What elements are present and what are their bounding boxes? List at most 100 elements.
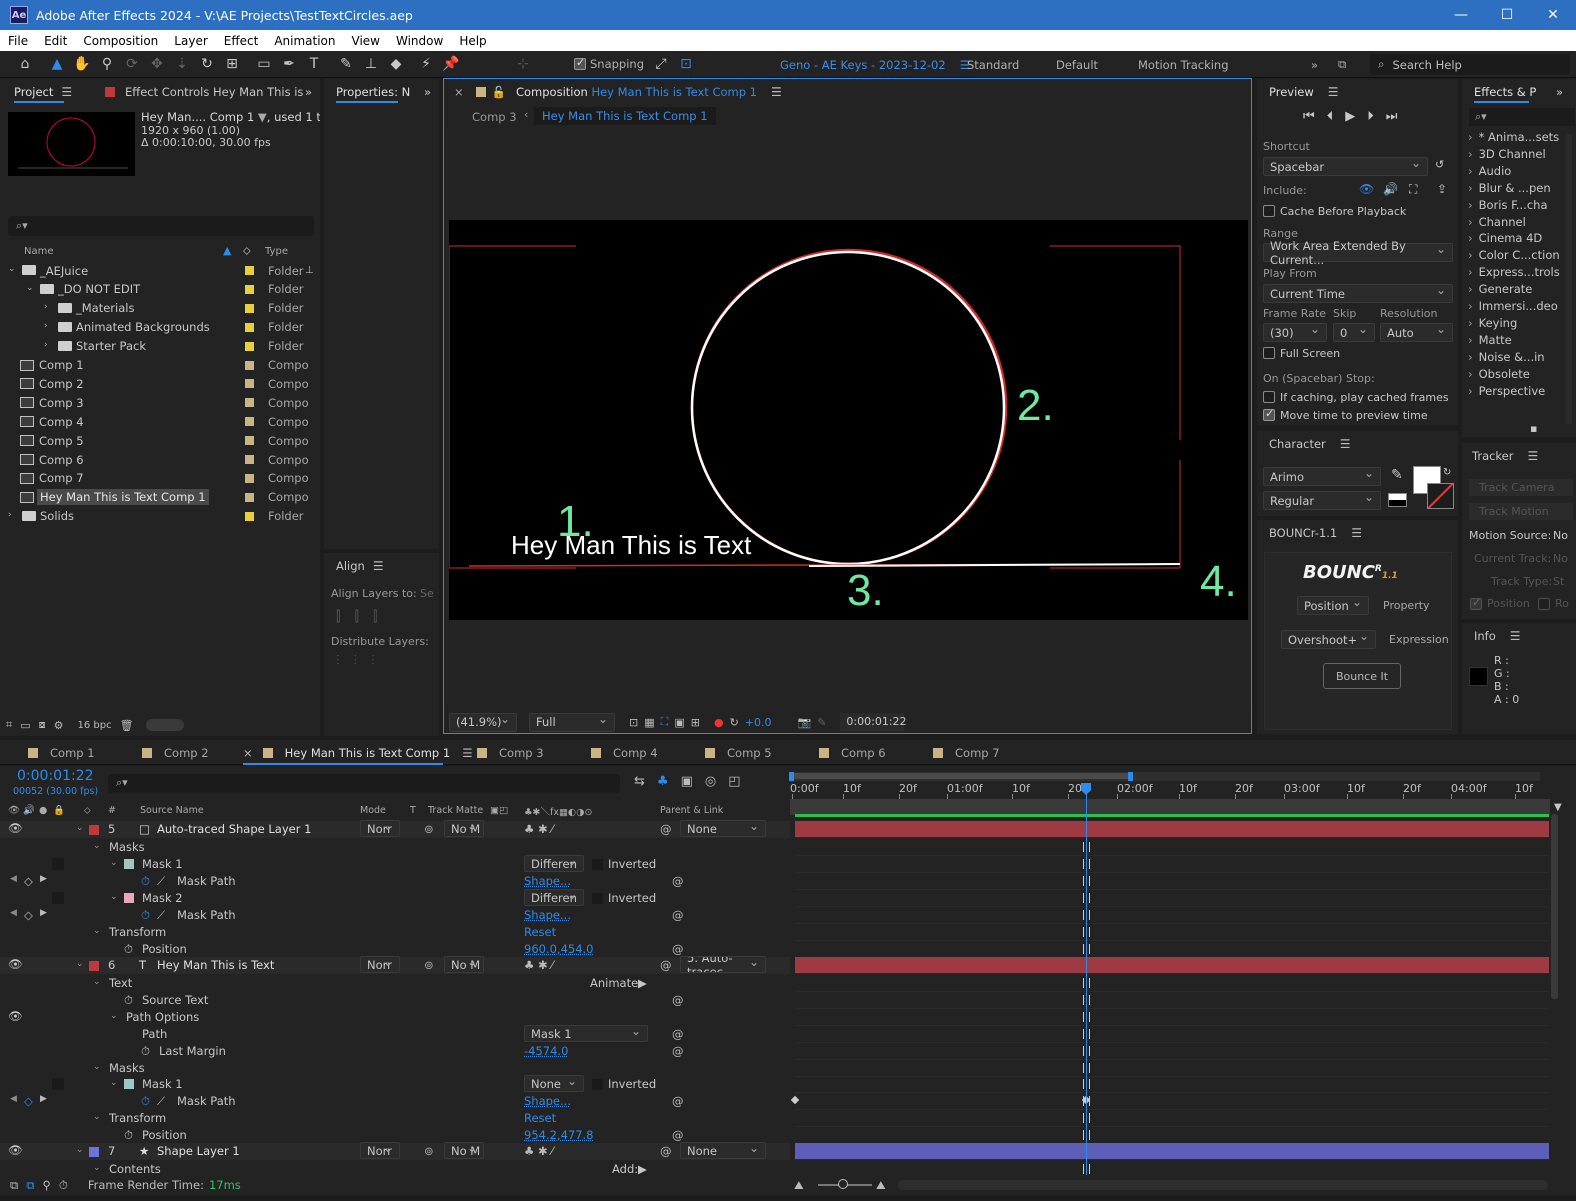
tab-properties[interactable]: Properties: N (336, 79, 410, 105)
property-row[interactable]: ⌄ Mask 1 Differen Inverted (0, 854, 790, 873)
timeline-search-input[interactable]: ⌕▾ (108, 774, 620, 793)
frame-blend-icon[interactable]: ◎ (705, 774, 716, 789)
minimize-icon[interactable]: — (1438, 0, 1484, 30)
mask-name[interactable]: Mask 1 (142, 1077, 183, 1091)
effect-category[interactable]: Noise &...in (1468, 350, 1545, 364)
project-item[interactable]: Comp 7 Compo (0, 469, 318, 488)
graph-icon[interactable]: ⟋ (157, 874, 165, 889)
transparency-grid-icon[interactable]: ▦ (644, 716, 654, 729)
mask-lock-slot[interactable] (52, 1078, 64, 1090)
layer-row[interactable]: 👁 ⌄ 7 ★ Shape Layer 1 Norr ⊚ No M ♣ ✱ ⁄ @ None (0, 1141, 790, 1160)
next-keyframe-icon[interactable]: ▶ (40, 1094, 47, 1104)
animate-menu[interactable]: Animate: (590, 976, 642, 990)
project-item[interactable]: Comp 3 Compo (0, 393, 318, 412)
project-item[interactable]: › Solids Folder (0, 507, 318, 526)
effect-category[interactable]: Generate (1468, 282, 1533, 296)
property-row[interactable]: ◀ ◇ ▶ ⏱ ⟋ Mask Path Shape... @ (0, 907, 790, 924)
close-icon[interactable]: ✕ (1530, 0, 1576, 30)
reset-exposure-icon[interactable]: ↻ (730, 716, 739, 729)
interpret-footage-icon[interactable]: ⌗ (6, 718, 12, 732)
brush-tool-icon[interactable]: ✎ (335, 53, 357, 75)
breadcrumb-arrow-icon[interactable]: ‹ (524, 108, 528, 121)
effect-category[interactable]: Audio (1468, 164, 1512, 178)
property-row[interactable]: ◀ ◇ ▶ ⏱ ⟋ Mask Path Shape... @ (0, 1093, 790, 1110)
eraser-tool-icon[interactable]: ◆ (385, 53, 407, 75)
property-row[interactable]: ⌄ Text Animate: ▶ (0, 975, 790, 992)
project-item[interactable]: Comp 5 Compo (0, 431, 318, 450)
layer-row[interactable]: 👁 ⌄ 6 T Hey Man This is Text Norr ⊚ No M ♣ ✱ ⁄ @5… (0, 955, 790, 974)
col-t[interactable]: T (410, 805, 416, 816)
tab-bouncr[interactable]: BOUNCr-1.1 ☰ (1269, 520, 1362, 546)
align-icons[interactable]: ⫿⫿⫿ (336, 609, 391, 625)
property-row[interactable]: ⌄ Transform Reset (0, 1110, 790, 1127)
timeline-tab[interactable]: Comp 1 (28, 740, 95, 765)
chevron-down-icon[interactable]: ⌄ (93, 926, 101, 936)
current-time-indicator[interactable] (1086, 794, 1087, 1175)
timeline-tab[interactable]: Comp 6 (819, 740, 886, 765)
project-search-input[interactable]: ⌕▾ (8, 216, 314, 236)
next-frame-icon[interactable]: ⏵ (1367, 109, 1374, 124)
layer-switches-icons[interactable]: ♣ ✱ ⁄ (524, 1144, 553, 1158)
col-mode[interactable]: Mode (360, 805, 386, 816)
property-row[interactable]: ⌄ Path Options 👁 (0, 1009, 790, 1026)
layer-name[interactable]: Hey Man This is Text (157, 958, 274, 972)
channel-icon[interactable]: ● (714, 716, 724, 729)
timeline-tab[interactable]: Comp 7 (933, 740, 1000, 765)
mask-name[interactable]: Mask 1 (142, 857, 183, 871)
include-audio-icon[interactable]: 🔊 (1383, 182, 1398, 196)
graph-editor-icon[interactable]: ◰ (728, 774, 740, 789)
effect-category[interactable]: Boris F...cha (1468, 198, 1548, 212)
project-item[interactable]: Comp 1 Compo (0, 356, 318, 375)
stopwatch-icon[interactable]: ⏱ (141, 1094, 150, 1109)
project-item[interactable]: Comp 2 Compo (0, 374, 318, 393)
skip-dropdown[interactable]: 0 (1333, 322, 1375, 342)
graph-icon[interactable]: ⟋ (157, 908, 165, 923)
zoom-in-icon[interactable]: ⛰ (876, 1178, 886, 1193)
trash-icon[interactable]: 🗑 (120, 719, 134, 732)
menu-animation[interactable]: Animation (266, 34, 343, 48)
mask-mode-dropdown[interactable]: Differen (524, 888, 584, 906)
work-area-end-handle[interactable] (1128, 772, 1133, 781)
track-position-checkbox[interactable] (1470, 596, 1482, 610)
property-value[interactable]: -4574.0 (524, 1044, 568, 1058)
new-folder-icon[interactable]: ▭ (20, 719, 30, 732)
effect-category[interactable]: Perspective (1468, 384, 1546, 398)
chevron-down-icon[interactable]: ⌄ (8, 264, 16, 274)
menu-view[interactable]: View (344, 34, 388, 48)
property-value[interactable]: Shape... (524, 908, 571, 922)
preview-resolution-dropdown[interactable]: Auto (1380, 322, 1453, 342)
reset-link[interactable]: Reset (524, 1111, 556, 1125)
menu-effect[interactable]: Effect (216, 34, 267, 48)
chevron-right-icon[interactable]: › (44, 340, 48, 350)
property-row[interactable]: Path Mask 1 @ (0, 1024, 790, 1043)
label-color[interactable] (245, 266, 254, 275)
workspace-standard[interactable]: Standard (967, 51, 1019, 78)
workspace-motion-tracking[interactable]: Motion Tracking (1138, 51, 1229, 78)
panel-more-icon[interactable]: » (305, 79, 312, 105)
property-row[interactable]: ⌄ Mask 1 None Inverted (0, 1074, 790, 1093)
effect-category[interactable]: Cinema 4D (1468, 231, 1543, 245)
bounce-it-button[interactable]: Bounce It (1323, 663, 1401, 689)
add-keyframe-icon[interactable]: ◇ (24, 1094, 33, 1108)
render-time-toggle-icon[interactable]: ⏱ (59, 1178, 68, 1193)
mask-visibility-icon[interactable]: ⛶ (661, 715, 669, 729)
chevron-down-icon[interactable]: ⌄ (110, 858, 118, 868)
expression-pick-whip-icon[interactable]: @ (672, 1128, 684, 1142)
property-row[interactable]: ⌄ Masks (0, 1060, 790, 1077)
expression-pick-whip-icon[interactable]: @ (672, 1027, 684, 1041)
tab-preview[interactable]: Preview ☰ (1269, 79, 1339, 105)
pick-whip-icon[interactable]: @ (660, 958, 672, 972)
rectangle-tool-icon[interactable]: ▭ (253, 53, 275, 75)
project-item[interactable]: ⌄ _DO NOT EDIT Folder (0, 280, 318, 299)
move-time-checkbox[interactable] (1263, 407, 1275, 421)
label-color[interactable] (245, 398, 254, 408)
label-color[interactable] (245, 511, 254, 521)
hand-tool-icon[interactable]: ✋ (71, 53, 93, 75)
include-overlay-icon[interactable]: ⛶ (1409, 182, 1417, 197)
add-keyframe-icon[interactable]: ◇ (24, 874, 33, 888)
eye-icon[interactable]: 👁 (8, 1143, 23, 1157)
chevron-right-icon[interactable]: › (44, 321, 48, 331)
property-group-name[interactable]: Masks (109, 840, 145, 854)
track-matte-dropdown[interactable]: No M (444, 1141, 484, 1159)
current-time-field[interactable]: 0:00:01:22 (840, 713, 907, 731)
